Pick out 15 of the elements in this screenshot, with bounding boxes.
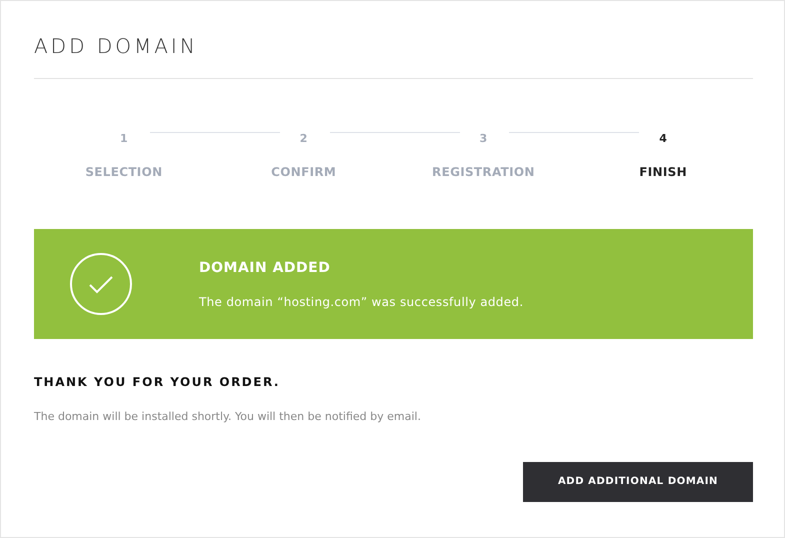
step-number: 4 (659, 132, 667, 146)
banner-title: DOMAIN ADDED (199, 258, 332, 278)
page-title: ADD DOMAIN (34, 34, 199, 58)
step-number: 2 (300, 132, 308, 146)
banner-message: The domain “hosting.com” was successfully added. (199, 294, 524, 310)
step-number: 1 (120, 132, 128, 146)
thanks-text: The domain will be installed shortly. You will then be notified by email. (34, 409, 422, 425)
step-label: FINISH (639, 164, 687, 181)
add-domain-button[interactable]: ADD ADDITIONAL DOMAIN (523, 462, 753, 502)
step-label: REGISTRATION (432, 164, 535, 181)
step-label: CONFIRM (271, 164, 336, 181)
thanks-heading: THANK YOU FOR YOUR ORDER. (34, 374, 281, 391)
checkmark-circle-icon (70, 253, 132, 315)
step-number: 3 (480, 132, 488, 146)
step-label: SELECTION (85, 164, 162, 181)
